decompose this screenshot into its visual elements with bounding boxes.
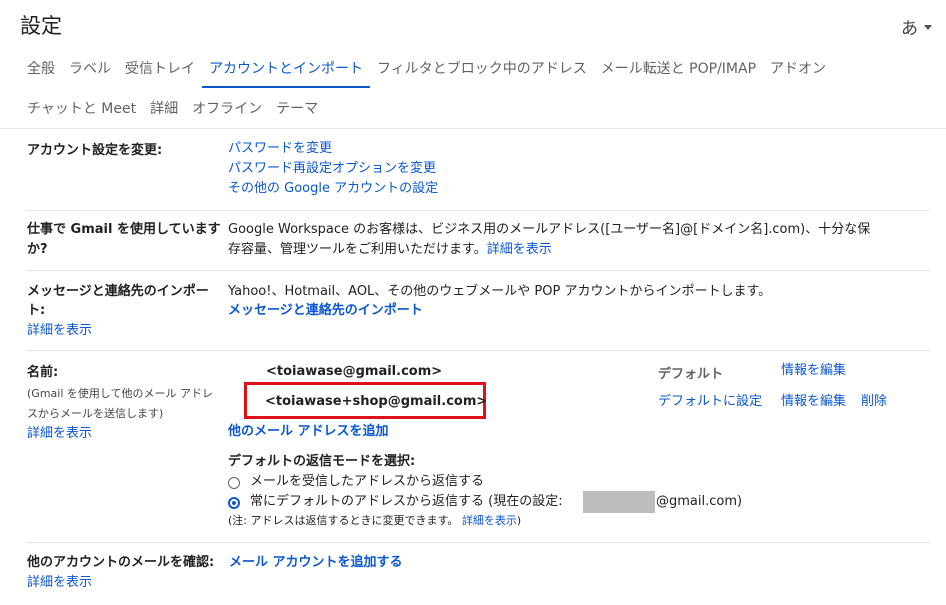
edit-info-link[interactable]: 情報を編集 xyxy=(781,392,846,412)
row-divider xyxy=(26,350,930,351)
check-mail-label: 他のアカウントのメールを確認: xyxy=(27,555,215,570)
tab-forwarding-pop-imap[interactable]: メール転送と POP/IMAP xyxy=(594,54,763,86)
add-mail-account-link[interactable]: メール アカウントを追加する xyxy=(229,553,403,573)
ime-label: あ xyxy=(901,19,918,39)
workspace-text: Google Workspace のお客様は、ビジネス用のメールアドレス([ユー… xyxy=(228,222,871,237)
workspace-label-cont: か? xyxy=(27,242,48,257)
send-as-desc: (Gmail を使用して他のメール アドレ xyxy=(27,387,214,400)
reply-from-received-label: メールを受信したアドレスから返信する xyxy=(250,474,485,489)
import-description: Yahoo!、Hotmail、AOL、その他のウェブメールや POP アカウント… xyxy=(228,284,772,299)
settings-tabs-row-1: 全般 ラベル 受信トレイ アカウントとインポート フィルタとブロック中のアドレス… xyxy=(20,54,833,88)
import-messages-link[interactable]: メッセージと連絡先のインポート xyxy=(228,301,423,321)
reply-default-suffix: @gmail.com) xyxy=(656,494,743,509)
reply-from-default-radio[interactable] xyxy=(228,497,240,509)
add-address-link[interactable]: 他のメール アドレスを追加 xyxy=(228,422,389,442)
check-mail-more-link[interactable]: 詳細を表示 xyxy=(27,573,92,593)
tab-advanced[interactable]: 詳細 xyxy=(143,94,185,126)
change-password-link[interactable]: パスワードを変更 xyxy=(228,139,332,159)
import-label-cont: ト: xyxy=(27,303,46,318)
row-divider xyxy=(26,210,930,211)
tabs-divider xyxy=(0,128,946,129)
workspace-label: 仕事で Gmail を使用しています xyxy=(27,222,221,237)
delete-link[interactable]: 削除 xyxy=(861,392,887,412)
tab-accounts-import[interactable]: アカウントとインポート xyxy=(202,54,370,88)
tab-filters-blocked[interactable]: フィルタとブロック中のアドレス xyxy=(370,54,594,86)
send-as-address-default: <toiawase@gmail.com> xyxy=(266,364,443,379)
page-title: 設定 xyxy=(20,14,62,38)
input-method-switch[interactable]: あ xyxy=(901,14,932,39)
tab-inbox[interactable]: 受信トレイ xyxy=(118,54,202,86)
tab-themes[interactable]: テーマ xyxy=(269,94,325,126)
send-as-desc-cont: スからメールを送信します) xyxy=(27,407,164,420)
reply-mode-label: デフォルトの返信モードを選択: xyxy=(228,454,416,469)
default-badge: デフォルト xyxy=(658,367,724,382)
workspace-text-line2: 存容量、管理ツールをご利用いただけます。 xyxy=(228,242,487,257)
reply-from-received-radio[interactable] xyxy=(228,477,240,489)
change-recovery-link[interactable]: パスワード再設定オプションを変更 xyxy=(228,159,436,179)
tab-general[interactable]: 全般 xyxy=(20,54,62,86)
reply-note-text: (注: アドレスは返信するときに変更できます。 xyxy=(228,514,459,527)
google-account-settings-link[interactable]: その他の Google アカウントの設定 xyxy=(228,179,438,199)
edit-info-link[interactable]: 情報を編集 xyxy=(781,361,846,381)
make-default-link[interactable]: デフォルトに設定 xyxy=(658,392,762,412)
reply-note-link[interactable]: 詳細を表示 xyxy=(462,514,517,527)
reply-from-default-label: 常にデフォルトのアドレスから返信する (現在の設定: xyxy=(250,494,563,509)
row-divider xyxy=(26,270,930,271)
tab-chat-meet[interactable]: チャットと Meet xyxy=(20,94,143,126)
reply-note: (注: アドレスは返信するときに変更できます。 詳細を表示) xyxy=(228,511,521,531)
account-settings-label: アカウント設定を変更: xyxy=(27,143,163,158)
settings-header: 設定 あ xyxy=(0,0,946,50)
send-as-label: 名前: xyxy=(27,365,59,380)
tab-labels[interactable]: ラベル xyxy=(62,54,118,86)
import-label: メッセージと連絡先のインポー xyxy=(27,284,209,299)
settings-tabs-row-2: チャットと Meet 詳細 オフライン テーマ xyxy=(20,94,325,128)
send-as-more-link[interactable]: 詳細を表示 xyxy=(27,424,92,444)
row-divider xyxy=(26,542,930,543)
workspace-more-link[interactable]: 詳細を表示 xyxy=(487,242,552,257)
tab-addons[interactable]: アドオン xyxy=(763,54,833,86)
caret-down-icon xyxy=(924,25,932,30)
redacted-address xyxy=(583,491,655,513)
tab-offline[interactable]: オフライン xyxy=(185,94,269,126)
reply-note-close: ) xyxy=(516,514,522,527)
import-more-link[interactable]: 詳細を表示 xyxy=(27,321,92,341)
workspace-text-cont: 存容量、管理ツールをご利用いただけます。詳細を表示 xyxy=(228,240,552,260)
send-as-address-alias: <toiawase+shop@gmail.com> xyxy=(265,394,488,409)
